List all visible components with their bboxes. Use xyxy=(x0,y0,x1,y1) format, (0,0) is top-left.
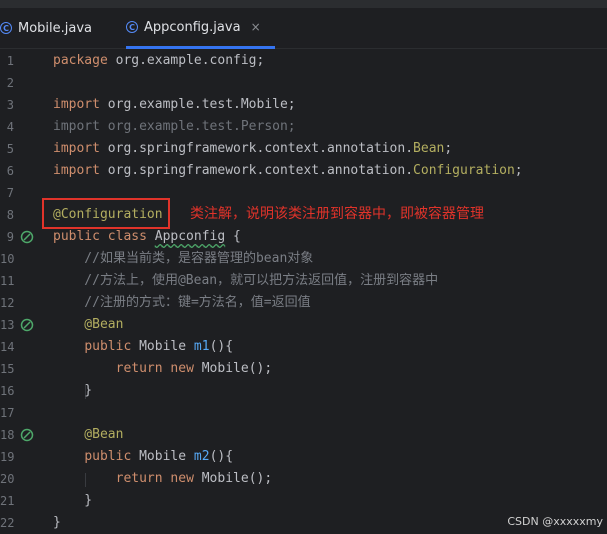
bean-icon[interactable] xyxy=(20,428,34,442)
code-line: 1 package org.example.config; xyxy=(0,50,607,72)
code-text: import org.springframework.context.annot… xyxy=(53,141,453,156)
java-class-icon: C xyxy=(0,22,12,34)
code-line: 19 public Mobile m2(){ xyxy=(0,446,607,468)
code-line: 13 @Bean xyxy=(0,314,607,336)
code-line: 3 import org.example.test.Mobile; xyxy=(0,94,607,116)
code-line: 4 import org.example.test.Person; xyxy=(0,116,607,138)
line-number: 6 xyxy=(6,164,14,178)
code-text: } xyxy=(53,493,93,508)
code-line: 2 xyxy=(0,72,607,94)
code-text: } xyxy=(53,383,93,398)
code-text: public Mobile m2(){ xyxy=(84,449,234,464)
line-number: 19 xyxy=(0,450,15,464)
line-number: 22 xyxy=(0,516,15,530)
code-line: 12 //注册的方式：键=方法名，值=返回值 xyxy=(0,292,607,314)
tab-mobile-java[interactable]: C Mobile.java xyxy=(0,8,92,48)
code-text: import org.springframework.context.annot… xyxy=(53,163,523,178)
close-tab-icon[interactable]: × xyxy=(251,20,261,34)
code-text: return new Mobile(); xyxy=(115,471,273,486)
line-number: 13 xyxy=(0,318,15,332)
code-text: return new Mobile(); xyxy=(115,361,273,376)
line-number: 21 xyxy=(0,494,15,508)
csdn-watermark: CSDN @xxxxxmy xyxy=(507,515,603,528)
code-text: public Mobile m1(){ xyxy=(84,339,234,354)
line-number: 18 xyxy=(0,428,15,442)
code-line: 17 xyxy=(0,402,607,424)
code-text: public class Appconfig { xyxy=(53,229,241,244)
code-line: 9 public class Appconfig { xyxy=(0,226,607,248)
code-line: 20 return new Mobile(); xyxy=(0,468,607,490)
line-number: 10 xyxy=(0,252,15,266)
editor-tab-bar: C Mobile.java C Appconfig.java × xyxy=(0,8,607,49)
code-text: } xyxy=(53,515,61,530)
code-text-unused-import: import org.example.test.Person; xyxy=(53,119,296,134)
code-line: 15 return new Mobile(); xyxy=(0,358,607,380)
bean-icon[interactable] xyxy=(20,230,34,244)
code-text: @Bean xyxy=(53,317,124,332)
tab-label: Mobile.java xyxy=(18,20,93,36)
code-text: import org.example.test.Mobile; xyxy=(53,97,296,112)
code-line: 16 } xyxy=(0,380,607,402)
line-number: 9 xyxy=(6,230,14,244)
code-line: 6 import org.springframework.context.ann… xyxy=(0,160,607,182)
line-number: 8 xyxy=(6,208,14,222)
annotation-note: 类注解，说明该类注册到容器中，即被容器管理 xyxy=(190,206,484,222)
bean-icon[interactable] xyxy=(20,318,34,332)
window-top-strip xyxy=(0,0,607,8)
code-comment: //方法上，使用@Bean，就可以把方法返回值，注册到容器中 xyxy=(53,273,439,288)
line-number: 4 xyxy=(6,120,14,134)
code-line: 14 public Mobile m1(){ xyxy=(0,336,607,358)
line-number: 1 xyxy=(6,54,14,68)
code-line: 10 //如果当前类，是容器管理的bean对象 xyxy=(0,248,607,270)
code-text: package org.example.config; xyxy=(53,53,265,68)
code-text: @Bean xyxy=(53,427,124,442)
code-line: 18 @Bean xyxy=(0,424,607,446)
line-number: 12 xyxy=(0,296,15,310)
line-number: 20 xyxy=(0,472,15,486)
line-number: 11 xyxy=(0,274,15,288)
line-number: 14 xyxy=(0,340,15,354)
line-number: 5 xyxy=(6,142,14,156)
line-number: 7 xyxy=(6,186,14,200)
line-number: 3 xyxy=(6,98,14,112)
configuration-highlight-box xyxy=(42,198,170,229)
line-number: 15 xyxy=(0,362,15,376)
line-number: 2 xyxy=(6,76,14,90)
line-number: 17 xyxy=(0,406,15,420)
java-class-icon: C xyxy=(126,21,138,33)
tab-label: Appconfig.java xyxy=(144,19,241,35)
code-editor[interactable]: 1 package org.example.config; 2 3 import… xyxy=(0,50,607,534)
code-comment: //注册的方式：键=方法名，值=返回值 xyxy=(53,295,311,310)
line-number: 16 xyxy=(0,384,15,398)
code-line: 21 } xyxy=(0,490,607,512)
code-comment: //如果当前类，是容器管理的bean对象 xyxy=(53,251,314,266)
code-line: 11 //方法上，使用@Bean，就可以把方法返回值，注册到容器中 xyxy=(0,270,607,292)
tab-appconfig-java[interactable]: C Appconfig.java × xyxy=(126,8,275,49)
code-line: 5 import org.springframework.context.ann… xyxy=(0,138,607,160)
